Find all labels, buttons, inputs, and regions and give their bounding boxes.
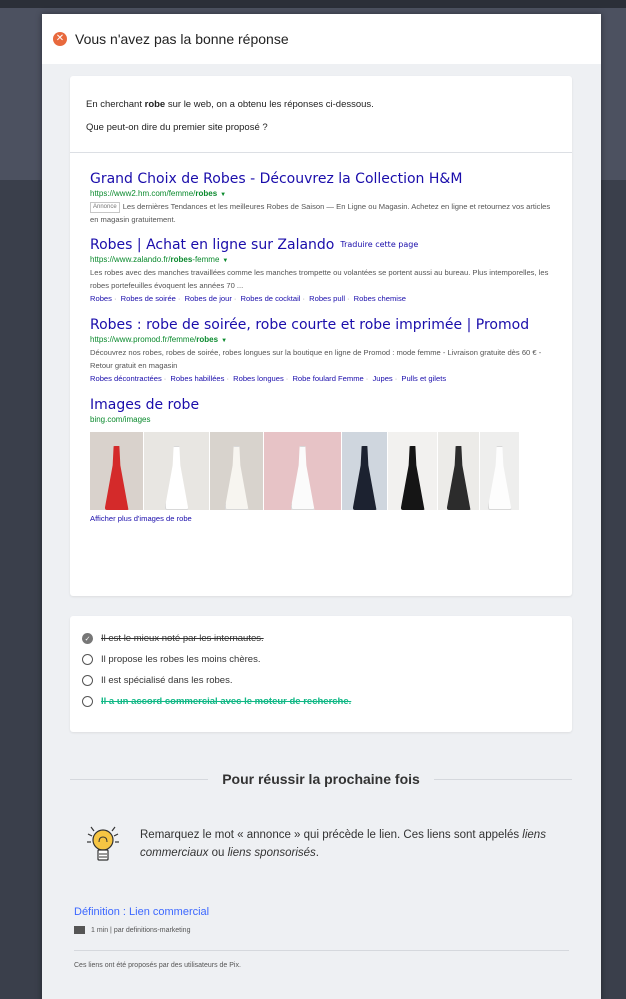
sitelink[interactable]: Robes décontractées <box>90 374 162 383</box>
dress-image <box>290 446 315 510</box>
article-icon <box>74 926 85 934</box>
image-thumbnail[interactable] <box>480 432 520 510</box>
sitelink[interactable]: Robes <box>90 294 112 303</box>
result-url: https://www2.hm.com/femme/robes ▼ <box>90 189 227 198</box>
radio-icon <box>82 696 93 707</box>
sitelink[interactable]: Robes de cocktail <box>241 294 301 303</box>
image-thumbnail[interactable] <box>264 432 342 510</box>
radio-icon <box>82 675 93 686</box>
modal-title: Vous n'avez pas la bonne réponse <box>75 31 289 47</box>
image-thumbnail[interactable] <box>90 432 144 510</box>
result-description: Découvrez nos robes, robes de soirée, ro… <box>90 348 542 370</box>
sitelink[interactable]: Pulls et gilets <box>401 374 446 383</box>
search-term: robe <box>144 99 166 110</box>
learning-meta: 1 min | par definitions-marketing <box>74 926 190 934</box>
answers-card: ✓ Il est le mieux noté par les internaut… <box>70 616 572 732</box>
answer-option-correct[interactable]: Il a un accord commercial avec le moteur… <box>82 691 572 712</box>
lightbulb-icon <box>87 826 119 861</box>
learning-link[interactable]: Définition : Lien commercial <box>74 906 209 918</box>
result-description: Les robes avec des manches travaillées c… <box>90 268 549 290</box>
image-thumbnail[interactable] <box>342 432 388 510</box>
question-card: En cherchant robe sur le web, on a obten… <box>70 76 572 596</box>
check-icon: ✓ <box>82 633 93 644</box>
ad-badge: Annonce <box>90 201 120 213</box>
error-icon: ✕ <box>53 32 67 46</box>
image-thumbnail[interactable] <box>210 432 264 510</box>
sitelink[interactable]: Robes habillées <box>170 374 224 383</box>
sitelinks: Robes · Robes de soirée · Robes de jour · R… <box>90 294 407 303</box>
translate-link[interactable]: Traduire cette page <box>340 240 418 249</box>
feedback-modal: ✕ Vous n'avez pas la bonne réponse En ch… <box>42 14 601 999</box>
dropdown-arrow-icon[interactable]: ▼ <box>220 192 226 198</box>
images-source: bing.com/images <box>90 415 151 424</box>
top-bar <box>0 0 626 8</box>
sitelink[interactable]: Jupes <box>372 374 392 383</box>
more-images-link[interactable]: Afficher plus d'images de robe <box>90 514 560 523</box>
result-description: Annonce Les dernières Tendances et les me… <box>90 201 551 224</box>
dress-image <box>224 446 249 510</box>
answer-option[interactable]: Il propose les robes les moins chères. <box>82 649 572 670</box>
sitelink[interactable]: Robes de soirée <box>121 294 176 303</box>
image-thumbnail[interactable] <box>438 432 480 510</box>
question-text: En cherchant robe sur le web, on a obten… <box>70 76 572 136</box>
image-thumbnail[interactable] <box>388 432 438 510</box>
result-title-link[interactable]: Robes | Achat en ligne sur Zalando <box>90 237 334 253</box>
image-thumbnail[interactable] <box>144 432 210 510</box>
dress-image <box>400 446 425 510</box>
radio-icon <box>82 654 93 665</box>
result-title-link[interactable]: Grand Choix de Robes - Découvrez la Coll… <box>90 170 560 188</box>
dropdown-arrow-icon[interactable]: ▼ <box>221 338 227 344</box>
sitelink[interactable]: Robes longues <box>233 374 284 383</box>
search-results: Grand Choix de Robes - Découvrez la Coll… <box>90 170 560 523</box>
sitelinks: Robes décontractées · Robes habillées · Ro… <box>90 374 447 383</box>
images-title-link[interactable]: Images de robe <box>90 396 560 414</box>
question-prompt: Que peut-on dire du premier site proposé… <box>86 122 268 133</box>
image-strip <box>90 432 560 510</box>
result-2: Robes | Achat en ligne sur Zalando Tradui… <box>90 236 560 306</box>
dropdown-arrow-icon[interactable]: ▼ <box>222 258 228 264</box>
result-1: Grand Choix de Robes - Découvrez la Coll… <box>90 170 560 226</box>
divider <box>70 152 572 153</box>
answer-option[interactable]: ✓ Il est le mieux noté par les internaut… <box>82 628 572 649</box>
tip-text: Remarquez le mot « annonce » qui précède… <box>140 829 546 859</box>
result-title: Robes | Achat en ligne sur Zalando Tradui… <box>90 236 560 254</box>
dress-image <box>352 446 377 510</box>
answer-option[interactable]: Il est spécialisé dans les robes. <box>82 670 572 691</box>
result-url: https://www.zalando.fr/robes-femme ▼ <box>90 255 229 264</box>
sitelink[interactable]: Robes pull <box>309 294 345 303</box>
sitelink[interactable]: Robe foulard Femme <box>292 374 363 383</box>
dress-image <box>446 446 471 510</box>
tip-block: Remarquez le mot « annonce » qui précède… <box>86 824 556 864</box>
modal-header: ✕ Vous n'avez pas la bonne réponse <box>42 14 601 64</box>
result-3: Robes : robe de soirée, robe courte et r… <box>90 316 560 386</box>
result-url: https://www.promod.fr/femme/robes ▼ <box>90 335 228 344</box>
divider <box>74 950 569 951</box>
result-title-link[interactable]: Robes : robe de soirée, robe courte et r… <box>90 316 560 334</box>
sitelink[interactable]: Robes de jour <box>185 294 232 303</box>
sitelink[interactable]: Robes chemise <box>354 294 406 303</box>
image-results: Images de robe bing.com/images Afficher … <box>90 396 560 523</box>
dress-image <box>104 446 129 510</box>
dress-image <box>164 446 189 510</box>
tips-heading: Pour réussir la prochaine fois <box>70 771 572 787</box>
divider <box>433 778 572 780</box>
dress-image <box>487 446 512 510</box>
footer-note: Ces liens ont été proposés par des utili… <box>74 962 241 969</box>
divider <box>70 778 209 780</box>
